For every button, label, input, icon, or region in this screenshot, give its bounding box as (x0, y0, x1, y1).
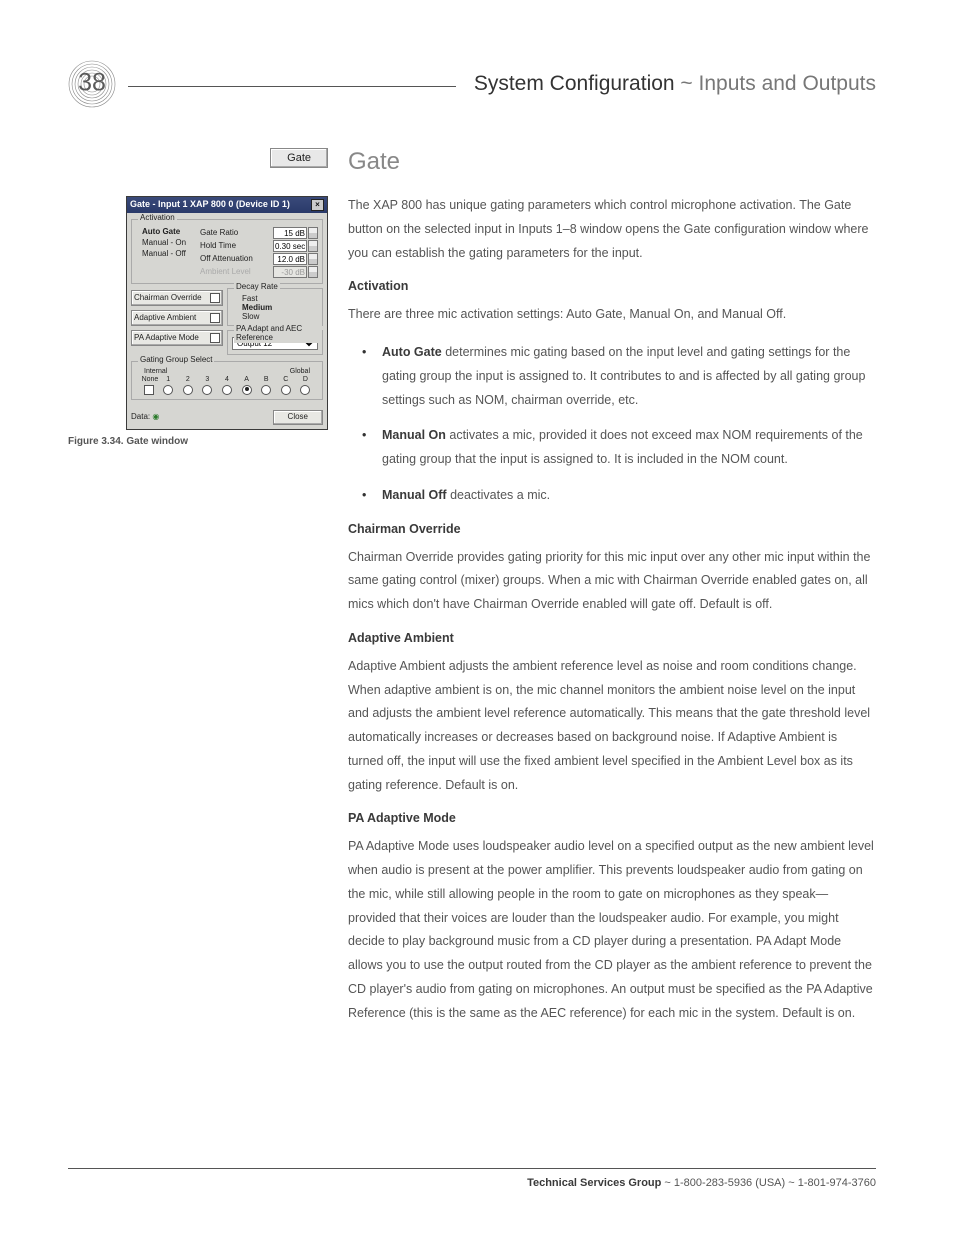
adaptive-paragraph: Adaptive Ambient adjusts the ambient ref… (348, 655, 876, 798)
dialog-close-icon[interactable]: × (311, 199, 324, 211)
header-title-sub: Inputs and Outputs (699, 72, 876, 95)
gating-group-row: None 1 2 3 4 A B C D (136, 376, 318, 395)
page-footer: Technical Services Group ~ 1-800-283-593… (68, 1168, 876, 1189)
gating-c[interactable] (281, 385, 291, 395)
header-title: System Configuration ~ Inputs and Output… (474, 72, 876, 96)
page-number: 38 (78, 68, 106, 97)
opt-manual-off[interactable]: Manual - Off (142, 250, 200, 259)
gate-button[interactable]: Gate (270, 148, 328, 168)
spinner-icon (308, 266, 318, 278)
bullet-auto-gate: Auto Gate determines mic gating based on… (368, 341, 876, 412)
bullet-manual-on: Manual On activates a mic, provided it d… (368, 424, 876, 472)
gate-dialog: Gate - Input 1 XAP 800 0 (Device ID 1) ×… (126, 196, 328, 430)
gating-4[interactable] (222, 385, 232, 395)
dialog-title: Gate - Input 1 XAP 800 0 (Device ID 1) (130, 200, 290, 210)
spinner-icon[interactable] (308, 240, 318, 252)
header-title-main: System Configuration (474, 72, 675, 95)
intro-paragraph: The XAP 800 has unique gating parameters… (348, 194, 876, 265)
adaptive-ambient-button[interactable]: Adaptive Ambient (131, 310, 223, 326)
page-header: 38 System Configuration ~ Inputs and Out… (68, 60, 876, 108)
spinner-icon[interactable] (308, 253, 318, 265)
bullet-manual-off: Manual Off deactivates a mic. (368, 484, 876, 508)
pa-adaptive-button[interactable]: PA Adaptive Mode (131, 330, 223, 346)
spinner-icon[interactable] (308, 227, 318, 239)
ambient-level-input (273, 266, 307, 278)
header-rule (128, 86, 456, 87)
opt-auto-gate[interactable]: Auto Gate (142, 228, 200, 237)
chairman-paragraph: Chairman Override provides gating priori… (348, 546, 876, 617)
adaptive-heading: Adaptive Ambient (348, 631, 876, 645)
gating-3[interactable] (202, 385, 212, 395)
decay-slow[interactable]: Slow (242, 313, 318, 322)
gating-d[interactable] (300, 385, 310, 395)
gate-ratio-input[interactable] (273, 227, 307, 239)
activation-paragraph: There are three mic activation settings:… (348, 303, 876, 327)
gating-a[interactable] (242, 385, 252, 395)
gating-none[interactable] (144, 385, 154, 395)
hold-time-input[interactable] (273, 240, 307, 252)
chairman-heading: Chairman Override (348, 522, 876, 536)
data-indicator-icon: ◉ (152, 412, 159, 421)
figure-caption: Figure 3.34. Gate window (68, 436, 328, 447)
gating-b[interactable] (261, 385, 271, 395)
gating-1[interactable] (163, 385, 173, 395)
pa-heading: PA Adaptive Mode (348, 811, 876, 825)
page-number-ornament: 38 (68, 60, 116, 108)
off-atten-input[interactable] (273, 253, 307, 265)
activation-heading: Activation (348, 279, 876, 293)
pa-paragraph: PA Adaptive Mode uses loudspeaker audio … (348, 835, 876, 1025)
section-title: Gate (348, 148, 876, 176)
gating-2[interactable] (183, 385, 193, 395)
activation-legend: Activation (138, 214, 177, 223)
dialog-close-button[interactable]: Close (273, 410, 323, 425)
opt-manual-on[interactable]: Manual - On (142, 239, 200, 248)
chairman-override-button[interactable]: Chairman Override (131, 290, 223, 306)
